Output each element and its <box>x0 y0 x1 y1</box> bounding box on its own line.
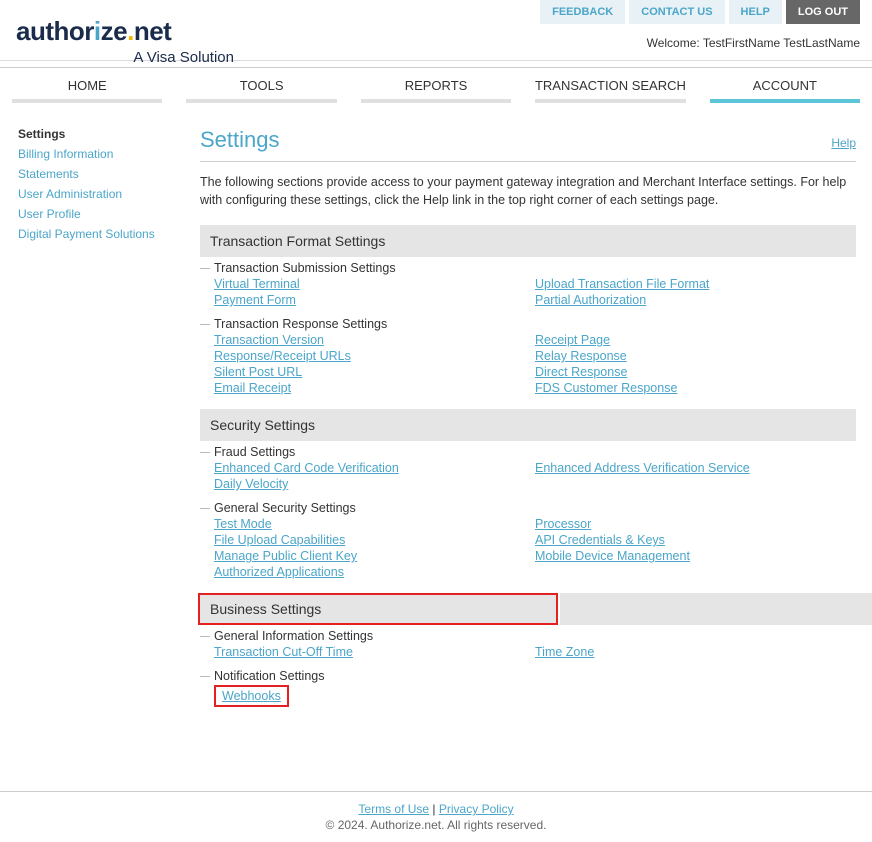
link-test-mode[interactable]: Test Mode <box>214 517 535 531</box>
nav-home[interactable]: HOME <box>0 68 174 109</box>
logo-tagline: A Visa Solution <box>16 49 234 66</box>
link-processor[interactable]: Processor <box>535 517 856 531</box>
sidebar-billing-information[interactable]: Billing Information <box>18 147 172 161</box>
nav-transaction-search[interactable]: TRANSACTION SEARCH <box>523 68 697 109</box>
link-daily-velocity[interactable]: Daily Velocity <box>214 477 535 491</box>
link-upload-transaction-file-format[interactable]: Upload Transaction File Format <box>535 277 856 291</box>
link-authorized-applications[interactable]: Authorized Applications <box>214 565 535 579</box>
logo-text: authorize.net <box>16 16 234 47</box>
help-button[interactable]: HELP <box>729 0 782 24</box>
page-title: Settings <box>200 127 280 153</box>
section-transaction-format-settings: Transaction Format Settings <box>200 225 856 257</box>
link-file-upload-capabilities[interactable]: File Upload Capabilities <box>214 533 535 547</box>
main-nav: HOME TOOLS REPORTS TRANSACTION SEARCH AC… <box>0 67 872 109</box>
link-virtual-terminal[interactable]: Virtual Terminal <box>214 277 535 291</box>
link-email-receipt[interactable]: Email Receipt <box>214 381 535 395</box>
logo-block: authorize.net A Visa Solution <box>0 8 250 72</box>
sidebar: Settings Billing Information Statements … <box>0 109 180 731</box>
intro-text: The following sections provide access to… <box>200 174 856 209</box>
feedback-button[interactable]: FEEDBACK <box>540 0 625 24</box>
sidebar-statements[interactable]: Statements <box>18 167 172 181</box>
section-security-settings: Security Settings <box>200 409 856 441</box>
link-enhanced-address-verification-service[interactable]: Enhanced Address Verification Service <box>535 461 856 475</box>
sidebar-user-profile[interactable]: User Profile <box>18 207 172 221</box>
contact-us-button[interactable]: CONTACT US <box>629 0 724 24</box>
subsection-transaction-submission: Transaction Submission Settings <box>214 261 856 275</box>
footer-copyright: © 2024. Authorize.net. All rights reserv… <box>0 818 872 832</box>
sidebar-settings[interactable]: Settings <box>18 127 172 141</box>
link-silent-post-url[interactable]: Silent Post URL <box>214 365 535 379</box>
footer: Terms of Use | Privacy Policy © 2024. Au… <box>0 791 872 842</box>
nav-tools[interactable]: TOOLS <box>174 68 348 109</box>
footer-sep: | <box>429 802 439 816</box>
link-time-zone[interactable]: Time Zone <box>535 645 856 659</box>
link-manage-public-client-key[interactable]: Manage Public Client Key <box>214 549 535 563</box>
welcome-text: Welcome: TestFirstName TestLastName <box>647 36 860 50</box>
sidebar-digital-payment-solutions[interactable]: Digital Payment Solutions <box>18 227 172 241</box>
link-transaction-cut-off-time[interactable]: Transaction Cut-Off Time <box>214 645 535 659</box>
link-direct-response[interactable]: Direct Response <box>535 365 856 379</box>
logout-button[interactable]: LOG OUT <box>786 0 860 24</box>
subsection-fraud-settings: Fraud Settings <box>214 445 856 459</box>
subsection-transaction-response: Transaction Response Settings <box>214 317 856 331</box>
subsection-general-information: General Information Settings <box>214 629 856 643</box>
subsection-general-security: General Security Settings <box>214 501 856 515</box>
link-payment-form[interactable]: Payment Form <box>214 293 535 307</box>
help-link[interactable]: Help <box>831 136 856 150</box>
link-receipt-page[interactable]: Receipt Page <box>535 333 856 347</box>
footer-privacy-link[interactable]: Privacy Policy <box>439 802 514 816</box>
link-enhanced-card-code-verification[interactable]: Enhanced Card Code Verification <box>214 461 535 475</box>
link-partial-authorization[interactable]: Partial Authorization <box>535 293 856 307</box>
nav-reports[interactable]: REPORTS <box>349 68 523 109</box>
top-bar: authorize.net A Visa Solution FEEDBACK C… <box>0 0 872 61</box>
section-business-settings: Business Settings <box>198 593 558 625</box>
link-relay-response[interactable]: Relay Response <box>535 349 856 363</box>
nav-account[interactable]: ACCOUNT <box>698 68 872 109</box>
webhooks-highlight: Webhooks <box>214 685 289 707</box>
link-mobile-device-management[interactable]: Mobile Device Management <box>535 549 856 563</box>
footer-terms-link[interactable]: Terms of Use <box>358 802 429 816</box>
link-api-credentials-keys[interactable]: API Credentials & Keys <box>535 533 856 547</box>
top-buttons: FEEDBACK CONTACT US HELP LOG OUT <box>540 0 860 24</box>
link-response-receipt-urls[interactable]: Response/Receipt URLs <box>214 349 535 363</box>
link-transaction-version[interactable]: Transaction Version <box>214 333 535 347</box>
link-fds-customer-response[interactable]: FDS Customer Response <box>535 381 856 395</box>
link-webhooks[interactable]: Webhooks <box>222 689 281 703</box>
main-content: Settings Help The following sections pro… <box>180 109 872 731</box>
subsection-notification-settings: Notification Settings <box>214 669 856 683</box>
sidebar-user-administration[interactable]: User Administration <box>18 187 172 201</box>
